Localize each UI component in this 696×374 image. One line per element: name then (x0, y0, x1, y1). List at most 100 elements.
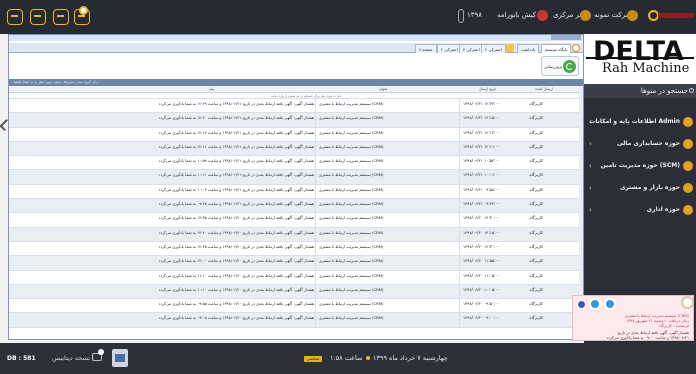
column-header-system[interactable]: عنوان (379, 87, 388, 91)
column-divider (315, 213, 316, 227)
cell-date: ۱۳۹۸/۰۶/۲۰ ۰۹:۵۰:۰۰ (463, 301, 500, 307)
sidebar-item-label: اطلاعات پایه و امکانات Admin (589, 118, 680, 125)
clock-icon[interactable] (604, 298, 616, 310)
column-divider (459, 270, 460, 284)
cell-system: سیستم مدیریت ارتباط با مشتری (CRM) (319, 101, 384, 106)
cell-date: ۱۳۹۸/۰۶/۲۱ ۱۰:۰۶:۰۰ (463, 172, 500, 178)
cell-system: سیستم مدیریت ارتباط با مشتری (CRM) (319, 186, 384, 192)
column-divider (315, 256, 316, 270)
branch-label[interactable]: کیش بانورامه (497, 11, 536, 19)
restore-icon[interactable] (30, 9, 46, 25)
cell-message: هشدار آگهی: آگهی یافته ارتباط بعدی در تا… (158, 301, 314, 307)
cell-user: کاربر‌گاه (529, 101, 543, 106)
year-selector-icon[interactable] (458, 9, 464, 23)
table-row[interactable]: کاربر‌گاه ۱۳۹۸/۰۶/۲۰ ۱۱:۵۵:۰۰ سیستم مدیریت… (9, 256, 583, 271)
column-divider (315, 284, 316, 299)
window-icon[interactable] (7, 9, 23, 25)
table-row[interactable]: کاربر‌گاه ۱۳۹۸/۰۶/۲۰ ۱۲:۳۰:۰۰ سیستم مدیریت… (9, 241, 583, 257)
table-row[interactable]: کاربر‌گاه ۱۳۹۸/۰۶/۲۰ ۱۱:۰۵:۰۰ سیستم مدیریت… (9, 270, 583, 285)
cell-user: کاربر‌گاه (529, 243, 543, 249)
sidebar-item-market[interactable]: ‹ حوزه بازار و مشتری (584, 178, 696, 198)
cell-message: هشدار آگهی: آگهی یافته ارتباط بعدی در تا… (158, 129, 314, 135)
column-divider (315, 199, 316, 213)
logo: DELTA Rah Machine (584, 34, 696, 84)
column-divider (459, 227, 460, 241)
dot-icon (366, 356, 370, 360)
group-by-area[interactable]: برای گروه بندی ستون‌ها، ستون مورد نظر را… (9, 79, 583, 86)
alarm-icon[interactable] (681, 296, 694, 309)
tab-notes[interactable]: یادداشت (517, 44, 540, 53)
tab-page-7[interactable]: صفحه ۷ (415, 44, 437, 53)
table-row[interactable]: کاربر‌گاه ۱۳۹۸/۰۶/۲۰ ۱۰:۰۵:۰۰ سیستم مدیریت… (9, 284, 583, 300)
tab-system[interactable]: پایگاه سیستم (541, 44, 572, 53)
cell-system: سیستم مدیریت ارتباط با مشتری (CRM) (319, 258, 384, 264)
menu-search[interactable]: جستجو در منوها (584, 84, 696, 98)
column-divider (459, 213, 460, 227)
chat-icon[interactable] (92, 349, 106, 363)
tab-report-2b[interactable]: اعمرکی ۲ (481, 44, 506, 53)
table-row[interactable]: کاربر‌گاه ۱۳۹۸/۰۶/۲۰ ۰۹:۰۰:۰۰ سیستم مدیریت… (9, 313, 583, 328)
table-row[interactable]: کاربر‌گاه ۱۳۹۸/۰۶/۲۰ ۱۴:۳۰:۰۰ سیستم مدیریت… (9, 213, 583, 228)
column-divider (315, 99, 316, 113)
table-row[interactable]: کاربر‌گاه ۱۳۹۸/۰۶/۲۱ ۱۲:۱۱:۰۰ سیستم مدیریت… (9, 141, 583, 157)
year-label[interactable]: ۱۳۹۸ (467, 11, 482, 19)
cell-system: سیستم مدیریت ارتباط با مشتری (CRM) (319, 143, 384, 149)
table-row[interactable]: کاربر‌گاه ۱۳۹۸/۰۶/۲۱ ۱۰:۵۴:۰۰ سیستم مدیریت… (9, 156, 583, 171)
company-icon (627, 10, 638, 21)
table-row[interactable]: کاربر‌گاه ۱۳۹۸/۰۶/۲۱ ۱۰:۰۶:۰۰ سیستم مدیریت… (9, 170, 583, 185)
table-row[interactable]: کاربر‌گاه ۱۳۹۸/۰۶/۲۱ ۱۲:۲۴:۰۰ سیستم مدیریت… (9, 99, 583, 114)
column-header-message[interactable]: پیام (209, 87, 214, 91)
company-label[interactable]: شرکت نمونه (594, 11, 631, 19)
cell-user: کاربر‌گاه (529, 315, 543, 321)
cell-message: هشدار آگهی: آگهی یافته ارتباط بعدی در تا… (158, 215, 314, 221)
refresh-button[interactable]: بروزرسانی (541, 56, 579, 76)
cell-date: ۱۳۹۸/۰۶/۲۱ ۱۲:۱۵:۰۰ (463, 115, 500, 121)
cell-message: هشدار آگهی: آگهی یافته ارتباط بعدی در تا… (158, 172, 314, 178)
cell-system: سیستم مدیریت ارتباط با مشتری (CRM) (319, 301, 384, 307)
column-header-date[interactable]: تاریخ ارسال (479, 87, 496, 91)
close-icon[interactable] (577, 300, 586, 309)
window-titlebar (9, 35, 583, 41)
table-row[interactable]: کاربر‌گاه ۱۳۹۸/۰۶/۲۱ ۰۹:۵۸:۰۰ سیستم مدیریت… (9, 184, 583, 200)
cell-date: ۱۳۹۸/۰۶/۲۰ ۱۴:۱۵:۰۰ (463, 229, 500, 235)
calculator-icon[interactable] (112, 349, 128, 367)
collapse-handle-icon[interactable] (0, 118, 8, 130)
accounting-icon (683, 139, 693, 149)
cell-system: سیستم مدیریت ارتباط با مشتری (CRM) (319, 215, 384, 221)
column-divider (315, 170, 316, 184)
table-row[interactable]: کاربر‌گاه ۱۳۹۸/۰۶/۲۱ ۱۲:۱۵:۰۰ سیستم مدیریت… (9, 113, 583, 128)
cell-system: سیستم مدیریت ارتباط با مشتری (CRM) (319, 229, 384, 235)
cell-date: ۱۳۹۸/۰۶/۲۱ ۰۹:۴۳:۰۰ (463, 201, 500, 207)
refresh-label: بروزرسانی (544, 64, 563, 69)
column-divider (315, 313, 316, 327)
column-divider (459, 156, 460, 170)
table-row[interactable]: کاربر‌گاه ۱۳۹۸/۰۶/۲۰ ۱۴:۱۵:۰۰ سیستم مدیریت… (9, 227, 583, 242)
db-label: DB : 581 (7, 355, 36, 362)
time-text: ساعت ۱:۵۸ (330, 354, 363, 362)
date-text: چهارشنبه ۷ خرداد ماه ۱۳۹۹ (373, 354, 448, 362)
tab-report-2a[interactable]: اعمرکی ۲ (437, 44, 462, 53)
minimize-icon[interactable] (53, 9, 69, 25)
cell-user: کاربر‌گاه (529, 272, 543, 278)
office-icon (683, 205, 693, 215)
home-icon[interactable] (572, 44, 580, 52)
sidebar-item-accounting[interactable]: ‹ حوزه حسابداری مالی (584, 134, 696, 154)
cell-message: هشدار آگهی: آگهی یافته ارتباط بعدی در تا… (158, 158, 314, 164)
sidebar-item-admin-office[interactable]: ‹ حوزه اداری (584, 200, 696, 220)
status-bar: DB : 581 نسخه دیتابیس : شخصی چهارشنبه ۷ … (0, 343, 696, 374)
bell-icon[interactable] (589, 298, 601, 310)
column-header-user[interactable]: ارسال کننده (535, 87, 553, 91)
sidebar-item-admin[interactable]: ‹ اطلاعات پایه و امکانات Admin (584, 112, 696, 132)
table-row[interactable]: کاربر‌گاه ۱۳۹۸/۰۶/۲۱ ۱۲:۱۲:۰۰ سیستم مدیریت… (9, 127, 583, 142)
note-icon[interactable] (506, 44, 514, 52)
cell-user: کاربر‌گاه (529, 172, 543, 178)
table-row[interactable]: کاربر‌گاه ۱۳۹۸/۰۶/۲۱ ۰۹:۴۳:۰۰ سیستم مدیریت… (9, 199, 583, 214)
sidebar-item-scm[interactable]: ‹ حوزه مدیریت تامین (SCM) (584, 156, 696, 176)
tab-report-4[interactable]: اعمرکی ۴ (459, 44, 484, 53)
truck-icon (683, 161, 693, 171)
cell-date: ۱۳۹۸/۰۶/۲۰ ۱۰:۰۵:۰۰ (463, 286, 500, 292)
table-row[interactable]: کاربر‌گاه ۱۳۹۸/۰۶/۲۰ ۰۹:۵۰:۰۰ سیستم مدیریت… (9, 299, 583, 314)
db-version-label: نسخه دیتابیس : (52, 354, 95, 362)
column-divider (315, 227, 316, 241)
cell-date: ۱۳۹۸/۰۶/۲۰ ۱۱:۰۵:۰۰ (463, 272, 500, 278)
